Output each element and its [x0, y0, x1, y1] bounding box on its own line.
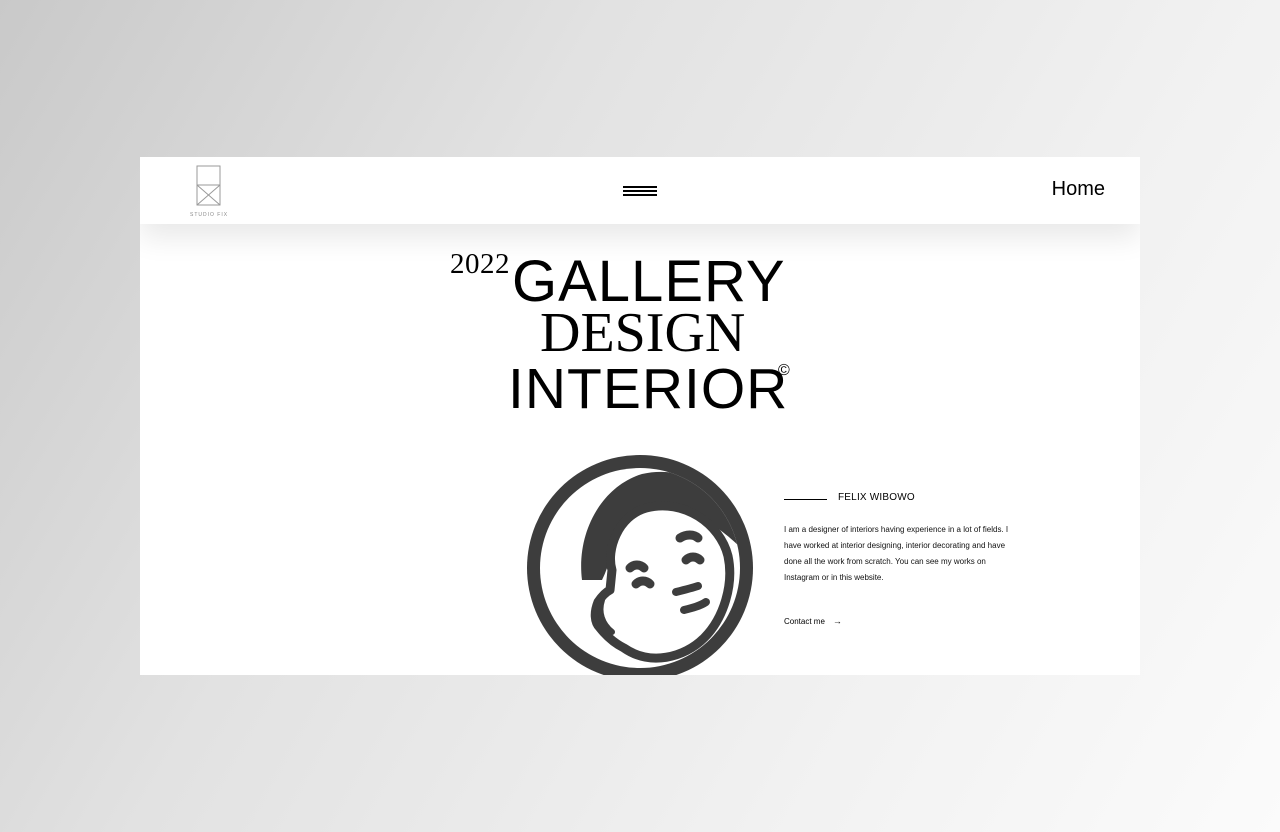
arrow-right-icon: →	[832, 616, 842, 626]
hamburger-menu-icon[interactable]	[622, 183, 658, 199]
designer-name: FELIX WIBOWO	[838, 492, 915, 503]
name-row: FELIX WIBOWO	[784, 492, 1014, 508]
hero-year: 2022	[450, 248, 510, 280]
website-frame: STUDIO FIX Home 2022 GALLERY DESIGN INTE…	[140, 157, 1140, 675]
logo-text: STUDIO FIX	[190, 212, 229, 218]
logo-mark-icon	[196, 165, 221, 206]
copyright-symbol: ©	[778, 362, 790, 379]
avatar	[524, 452, 756, 675]
profile-card: FELIX WIBOWO I am a designer of interior…	[784, 492, 1014, 626]
contact-me-link[interactable]: Contact me →	[784, 616, 842, 626]
navbar: STUDIO FIX Home	[140, 157, 1140, 224]
cartoon-face-avatar-icon	[527, 455, 753, 675]
contact-label: Contact me	[784, 617, 825, 626]
name-divider	[784, 499, 827, 500]
designer-bio: I am a designer of interiors having expe…	[784, 525, 1009, 582]
hero-section: 2022 GALLERY DESIGN INTERIOR © FELIX WIB…	[140, 224, 1140, 675]
studio-logo[interactable]: STUDIO FIX	[190, 165, 228, 221]
hero-title-interior: INTERIOR	[508, 357, 789, 421]
nav-home-link[interactable]: Home	[1052, 178, 1105, 201]
hero-title-design: DESIGN	[540, 302, 746, 364]
